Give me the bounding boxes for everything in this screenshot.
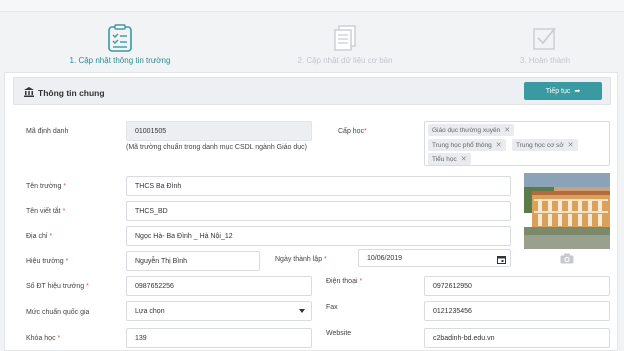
dia-chi-label: Địa chỉ * xyxy=(26,233,53,240)
muc-chuan-value: Lựa chọn xyxy=(135,307,165,315)
hieu-truong-label: Hiệu trưởng * xyxy=(26,258,69,265)
ma-dinh-danh-label: Mã định danh xyxy=(26,128,69,135)
sdt-hieu-truong-label: Số ĐT hiệu trưởng * xyxy=(26,283,89,290)
chevron-down-icon xyxy=(299,309,305,313)
checkbox-icon xyxy=(465,24,624,54)
hieu-truong-input[interactable]: Nguyễn Thị Bình xyxy=(126,251,260,271)
step-2-label: 2. Cập nhật dữ liệu cơ bản xyxy=(297,56,393,65)
step-1-label: 1. Cập nhật thông tin trường xyxy=(69,56,171,65)
school-photo xyxy=(524,173,610,249)
tag-trung-hoc-co-so[interactable]: Trung học cơ sở ✕ xyxy=(512,139,578,151)
documents-icon xyxy=(265,24,425,54)
ten-viet-tat-input[interactable]: THCS_BD xyxy=(126,201,511,221)
remove-tag-icon[interactable]: ✕ xyxy=(568,141,574,149)
website-value: c2badinh-bd.edu.vn xyxy=(433,334,495,342)
dien-thoai-value: 0972612950 xyxy=(433,282,472,290)
sdt-hieu-truong-value: 0987652256 xyxy=(135,282,174,290)
khoa-hoc-label: Khóa học * xyxy=(26,335,61,342)
tag-trung-hoc-pho-thong[interactable]: Trung học phổ thông ✕ xyxy=(428,139,506,151)
calendar-icon[interactable] xyxy=(497,255,506,266)
muc-chuan-label: Mức chuẩn quốc gia xyxy=(26,309,90,316)
stepper: 1. Cập nhật thông tin trường 2. Cập nhật… xyxy=(0,12,624,74)
fax-value: 0121235456 xyxy=(433,307,472,315)
ten-truong-value: THCS Ba Đình xyxy=(135,182,182,190)
ngay-thanh-lap-datepicker[interactable]: 10/06/2019 xyxy=(358,249,511,267)
continue-button[interactable]: Tiếp tục ➡ xyxy=(524,82,602,100)
muc-chuan-select[interactable]: Lựa chọn xyxy=(126,301,312,321)
ma-dinh-danh-hint: (Mã trường chuẩn trong danh mục CSDL ngà… xyxy=(126,144,308,151)
ma-dinh-danh-field: 01001505 xyxy=(126,121,312,141)
cap-hoc-multiselect[interactable]: Giáo dục thường xuyên ✕ Trung học phổ thô… xyxy=(424,121,610,166)
ten-viet-tat-value: THCS_BD xyxy=(135,207,168,215)
ma-dinh-danh-value: 01001505 xyxy=(135,127,167,135)
khoa-hoc-value: 139 xyxy=(135,334,147,342)
bank-icon xyxy=(24,87,34,99)
fax-input[interactable]: 0121235456 xyxy=(424,301,610,321)
website-input[interactable]: c2badinh-bd.edu.vn xyxy=(424,328,610,348)
ten-truong-input[interactable]: THCS Ba Đình xyxy=(126,176,511,196)
tag-tieu-hoc[interactable]: Tiểu học ✕ xyxy=(428,153,471,165)
khoa-hoc-input[interactable]: 139 xyxy=(126,328,312,348)
card-header: Thông tin chung Tiếp tục ➡ xyxy=(13,77,611,105)
remove-tag-icon[interactable]: ✕ xyxy=(461,155,467,163)
top-bar xyxy=(0,0,624,12)
ngay-thanh-lap-value: 10/06/2019 xyxy=(367,254,403,262)
step-3-label: 3. Hoàn thành xyxy=(519,56,571,65)
dia-chi-value: Ngọc Hà- Ba Đình _ Hà Nội_12 xyxy=(135,232,233,240)
tag-giao-duc-thuong-xuyen[interactable]: Giáo dục thường xuyên ✕ xyxy=(428,124,515,136)
website-label: Website xyxy=(326,330,352,337)
dia-chi-input[interactable]: Ngọc Hà- Ba Đình _ Hà Nội_12 xyxy=(126,226,511,246)
remove-tag-icon[interactable]: ✕ xyxy=(504,126,510,134)
sdt-hieu-truong-input[interactable]: 0987652256 xyxy=(126,276,312,296)
arrow-right-icon: ➡ xyxy=(574,88,581,95)
checklist-icon xyxy=(40,24,200,54)
remove-tag-icon[interactable]: ✕ xyxy=(496,141,502,149)
camera-icon[interactable] xyxy=(560,253,574,266)
cap-hoc-label: Cấp học* xyxy=(338,128,367,135)
dien-thoai-label: Điện thoại * xyxy=(326,278,363,285)
fax-label: Fax xyxy=(326,304,338,311)
ten-viet-tat-label: Tên viết tắt * xyxy=(26,208,66,215)
dien-thoai-input[interactable]: 0972612950 xyxy=(424,276,610,296)
continue-button-label: Tiếp tục xyxy=(545,87,571,95)
ten-truong-label: Tên trường * xyxy=(26,183,67,190)
ngay-thanh-lap-label: Ngày thành lập * xyxy=(275,256,327,263)
card-title: Thông tin chung xyxy=(38,88,105,98)
hieu-truong-value: Nguyễn Thị Bình xyxy=(135,257,188,265)
